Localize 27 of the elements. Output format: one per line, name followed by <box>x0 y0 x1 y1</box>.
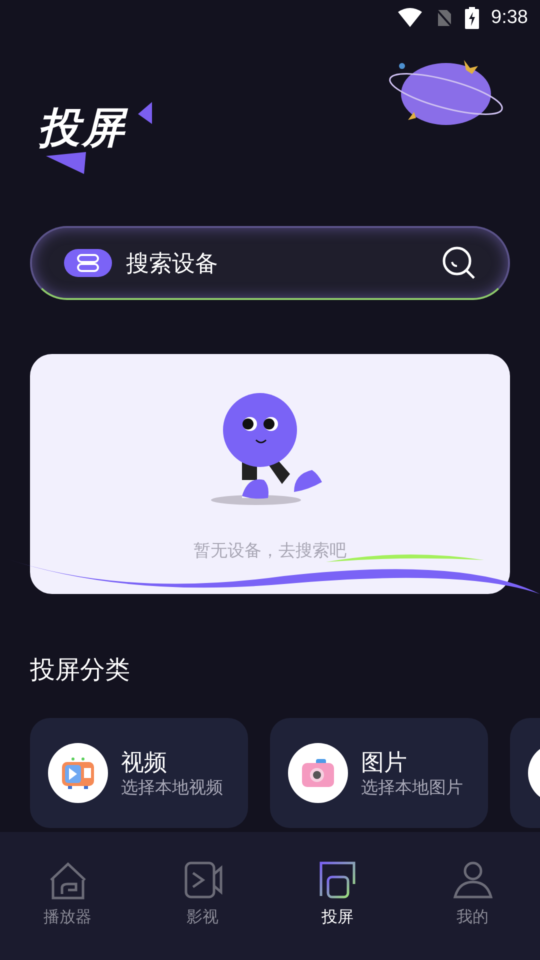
category-card[interactable]: 视频 选择本地视频 <box>30 718 248 828</box>
status-time: 9:38 <box>491 6 528 30</box>
search-bar[interactable]: 搜索设备 <box>30 226 510 300</box>
empty-state-message: 暂无设备，去搜索吧 <box>194 540 346 562</box>
tv-icon <box>61 756 95 790</box>
section-title: 投屏分类 <box>30 655 131 686</box>
no-sim-icon <box>435 8 454 28</box>
category-title: 图片 <box>361 748 408 776</box>
search-icon[interactable] <box>442 246 476 280</box>
category-card[interactable]: 图片 选择本地图片 <box>270 718 488 828</box>
category-title: 视频 <box>121 748 168 776</box>
page-title: 投屏 <box>38 106 126 150</box>
device-list-icon <box>64 249 112 277</box>
cast-screen-icon <box>318 860 358 900</box>
video-camera-icon <box>182 860 222 900</box>
category-subtitle: 选择本地图片 <box>361 776 463 798</box>
nav-tab[interactable]: 播放器 <box>0 860 135 932</box>
nav-tab[interactable]: 投屏 <box>270 860 405 932</box>
wifi-icon <box>397 8 424 28</box>
search-placeholder: 搜索设备 <box>126 248 219 278</box>
home-icon <box>48 860 88 900</box>
battery-charging-icon <box>465 7 480 29</box>
category-subtitle: 选择本地视频 <box>121 776 223 798</box>
nav-tab[interactable]: 影视 <box>135 860 270 932</box>
nav-tab[interactable]: 我的 <box>405 860 540 932</box>
camera-icon <box>301 758 335 788</box>
person-icon <box>452 860 492 900</box>
